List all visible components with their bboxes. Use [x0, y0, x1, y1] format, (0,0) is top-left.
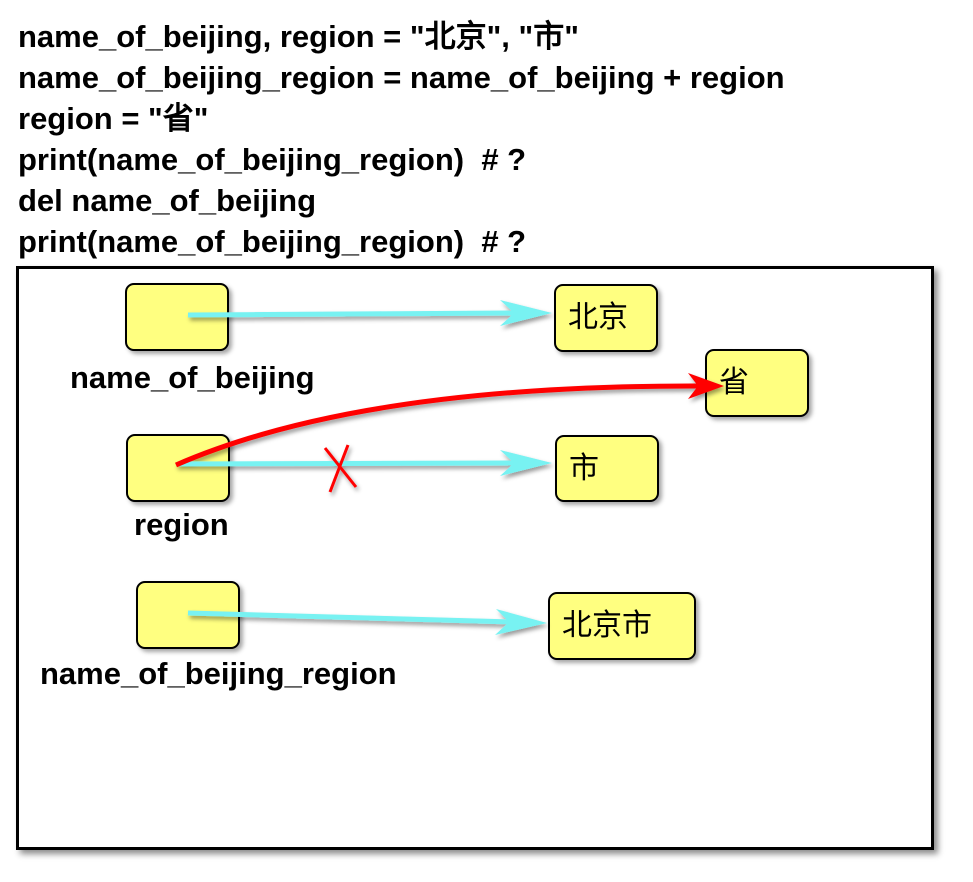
arrow-region-to-shi [177, 450, 552, 476]
cross-mark-icon [323, 444, 358, 493]
diagram-canvas: name_of_beijing, region = "北京", "市" name… [0, 0, 973, 882]
arrows-layer [175, 300, 724, 635]
arrow-region-to-sheng [175, 373, 724, 468]
arrow-name-of-beijing-region-to-beijingshi [187, 609, 547, 635]
arrow-name-of-beijing-to-beijing [187, 300, 552, 326]
